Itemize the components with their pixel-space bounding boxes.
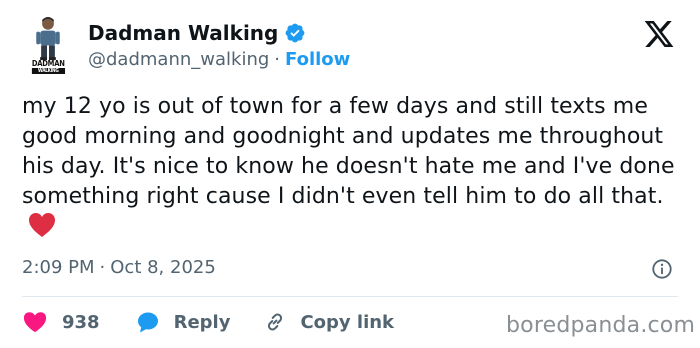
- link-icon: [268, 313, 283, 331]
- avatar-figure-icon: [36, 16, 60, 61]
- display-name[interactable]: Dadman Walking: [88, 20, 278, 46]
- separator-dot: ·: [274, 49, 281, 70]
- reply-button[interactable]: Reply: [136, 310, 231, 334]
- info-icon[interactable]: [651, 258, 673, 280]
- tweet-text: my 12 yo is out of town for a few days a…: [22, 92, 682, 243]
- watermark: boredpanda.com: [506, 313, 696, 338]
- x-logo-icon[interactable]: [643, 18, 675, 50]
- tweet-card: DADMAN WALKING Dadman Walking @dadmann_w…: [0, 0, 700, 348]
- reply-label: Reply: [173, 311, 231, 333]
- separator-dot: ·: [99, 257, 106, 278]
- like-button[interactable]: 938: [22, 310, 100, 334]
- tweet-body: my 12 yo is out of town for a few days a…: [22, 94, 675, 209]
- follow-button[interactable]: Follow: [285, 49, 350, 70]
- tweet-date: Oct 8, 2025: [110, 257, 216, 278]
- like-count: 938: [62, 311, 100, 333]
- tweet-time: 2:09 PM: [22, 257, 95, 278]
- timestamp-row[interactable]: 2:09 PM · Oct 8, 2025: [22, 256, 216, 280]
- verified-badge-icon: [285, 23, 305, 43]
- avatar[interactable]: DADMAN WALKING: [22, 14, 74, 74]
- heart-icon: [23, 312, 47, 333]
- divider: [22, 296, 678, 297]
- handle-row: @dadmann_walking · Follow: [88, 48, 350, 72]
- display-name-row[interactable]: Dadman Walking: [88, 20, 306, 46]
- red-heart-emoji-icon: [29, 213, 55, 237]
- reply-bubble-icon: [137, 312, 158, 333]
- handle[interactable]: @dadmann_walking: [88, 49, 269, 70]
- action-bar: 938 Reply Copy link: [22, 309, 394, 335]
- copy-link-button[interactable]: Copy link: [264, 311, 394, 333]
- avatar-logo-text: DADMAN WALKING: [31, 59, 65, 74]
- copy-link-label: Copy link: [300, 311, 395, 333]
